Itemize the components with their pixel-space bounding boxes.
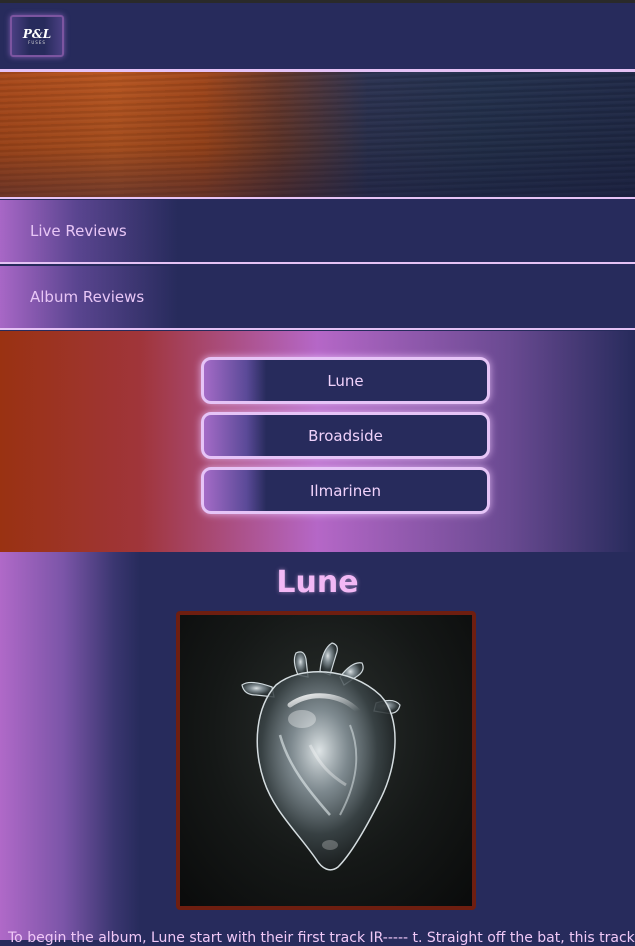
- divider-line: [0, 197, 635, 199]
- logo-text: P&L: [22, 26, 52, 41]
- album-button-label: Ilmarinen: [310, 481, 381, 500]
- review-intro-text: To begin the album, Lune start with thei…: [8, 930, 635, 946]
- nav-item-label: Album Reviews: [30, 288, 145, 306]
- divider-line: [0, 328, 635, 330]
- nav-item-album-reviews[interactable]: Album Reviews: [0, 266, 635, 328]
- album-cover-image: [176, 611, 476, 910]
- album-button-label: Broadside: [308, 426, 383, 445]
- album-menu: Lune Broadside Ilmarinen: [0, 331, 635, 552]
- divider-line: [0, 262, 635, 264]
- nav-item-live-reviews[interactable]: Live Reviews: [0, 200, 635, 262]
- album-button-label: Lune: [327, 371, 364, 390]
- nav-item-label: Live Reviews: [30, 222, 127, 240]
- album-button-broadside[interactable]: Broadside: [201, 412, 490, 459]
- site-header: P&L FUSES: [0, 3, 635, 69]
- hero-banner-image: [0, 72, 635, 198]
- site-logo[interactable]: P&L FUSES: [10, 15, 64, 57]
- album-button-ilmarinen[interactable]: Ilmarinen: [201, 467, 490, 514]
- glass-heart-illustration: [241, 642, 401, 871]
- review-title: Lune: [276, 565, 359, 600]
- album-button-lune[interactable]: Lune: [201, 357, 490, 404]
